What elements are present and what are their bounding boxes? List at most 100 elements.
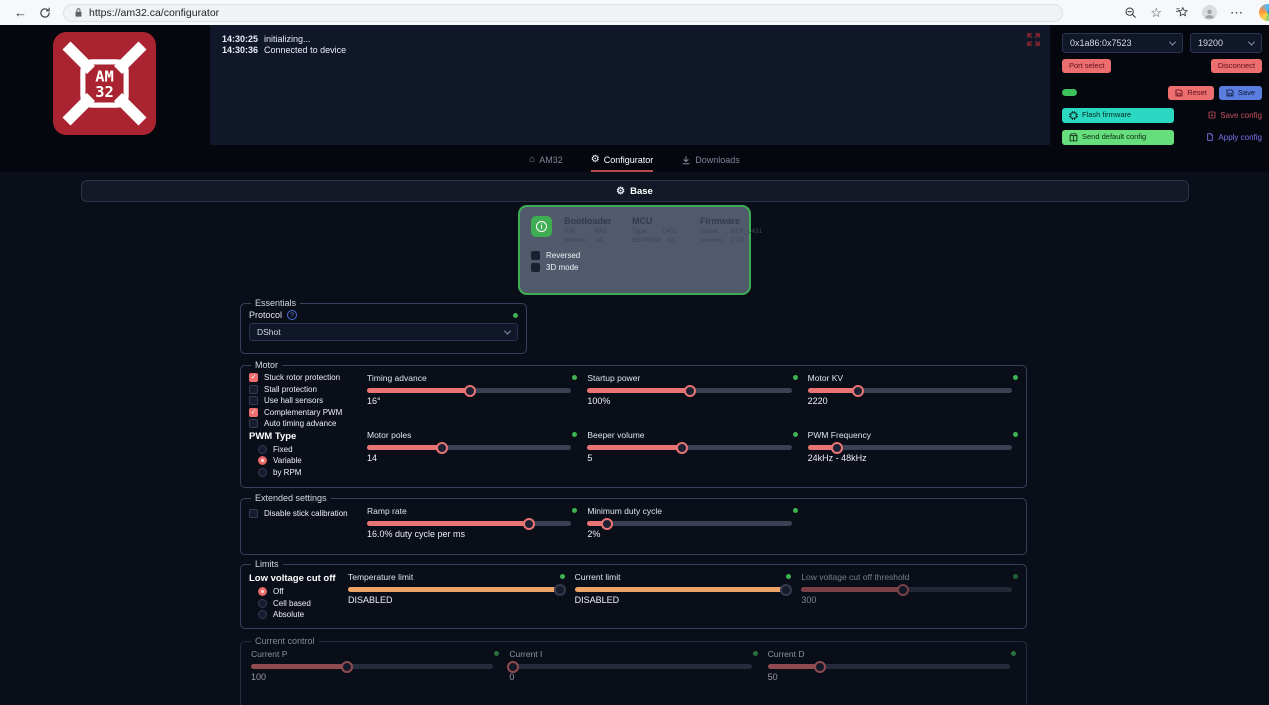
browser-menu-icon[interactable]: ⋯ [1230,6,1243,19]
slider-track[interactable] [587,445,791,450]
checkbox-auto-timing-advance[interactable]: Auto timing advance [249,419,367,428]
checkbox-stall-protection[interactable]: Stall protection [249,385,367,394]
radio-lvc-absolute[interactable]: Absolute [258,610,348,619]
checkbox-use-hall-sensors[interactable]: Use hall sensors [249,396,367,405]
radio-lvc-off[interactable]: Off [258,587,348,596]
slider-handle[interactable] [587,521,605,526]
log-entry: 14:30:25initializing... [222,34,1038,45]
checkbox-complementary-pwm[interactable]: Complementary PWM [249,408,367,417]
baud-rate-select[interactable]: 19200 [1190,33,1262,53]
slider-track[interactable] [509,664,751,669]
slider-track[interactable] [575,587,786,592]
checkbox-box[interactable] [249,419,258,428]
checkbox-stuck-rotor-protection[interactable]: Stuck rotor protection [249,373,367,382]
slider-low-voltage-threshold: Low voltage cut off threshold 300 [801,571,1018,622]
slider-track[interactable] [801,587,1012,592]
save-config-button[interactable]: Save config [1208,111,1262,120]
save-config-icon [1208,111,1216,119]
checkbox-box[interactable] [249,385,258,394]
slider-handle[interactable] [367,388,469,393]
tab-am32[interactable]: ⌂ AM32 [529,155,563,172]
status-dot [1013,375,1018,380]
protocol-select[interactable]: DShot [249,323,518,341]
slider-handle[interactable] [587,445,681,450]
tab-downloads[interactable]: Downloads [681,155,740,172]
url-text[interactable]: https://am32.ca/configurator [89,7,219,19]
reset-button[interactable]: Reset [1168,86,1214,100]
radio-pwm-variable[interactable]: Variable [258,456,367,465]
url-bar[interactable]: https://am32.ca/configurator [63,4,1063,22]
slider-handle[interactable] [587,388,689,393]
slider-track[interactable] [808,388,1012,393]
checkbox-box[interactable] [531,251,540,260]
save-button[interactable]: Save [1219,86,1262,100]
port-select-button[interactable]: Port select [1062,59,1111,73]
slider-track[interactable] [367,445,571,450]
checkbox-reversed[interactable]: Reversed [531,251,738,260]
slider-track[interactable] [348,587,559,592]
radio-pwm-by-rpm[interactable]: by RPM [258,468,367,477]
radio-circle[interactable] [258,587,267,596]
slider-track[interactable] [367,521,571,526]
slider-handle[interactable] [509,664,511,669]
slider-track[interactable] [251,664,493,669]
checkbox-box[interactable] [249,373,258,382]
status-dot [572,432,577,437]
slider-track[interactable] [587,388,791,393]
checkbox-box[interactable] [531,263,540,272]
reload-icon[interactable] [39,7,51,19]
send-default-config-button[interactable]: Send default config [1062,130,1174,145]
status-dot [793,375,798,380]
port-device-select[interactable]: 0x1a86:0x7523 [1062,33,1183,53]
flash-firmware-button[interactable]: Flash firmware [1062,108,1174,123]
checkbox-box[interactable] [249,396,258,405]
slider-handle[interactable] [367,521,528,526]
slider-handle[interactable] [348,587,559,592]
box-icon [1069,133,1078,142]
expand-log-icon[interactable] [1027,33,1040,46]
checkbox-disable-stick-calibration[interactable]: Disable stick calibration [249,509,367,518]
slider-track[interactable] [808,445,1012,450]
radio-circle[interactable] [258,468,267,477]
disconnect-button[interactable]: Disconnect [1211,59,1262,73]
slider-pwm-frequency: PWM Frequency 24kHz - 48kHz [808,429,1018,479]
base-section-header[interactable]: ⚙ Base [81,180,1189,202]
help-icon[interactable]: ? [287,310,297,320]
checkbox-3d-mode[interactable]: 3D mode [531,263,738,272]
profile-avatar[interactable] [1202,5,1217,20]
radio-circle[interactable] [258,456,267,465]
tab-configurator[interactable]: ⚙ Configurator [591,155,654,172]
slider-handle[interactable] [808,388,857,393]
collections-icon[interactable] [1175,6,1189,19]
chevron-down-icon [504,327,511,334]
zoom-out-icon[interactable] [1124,6,1137,19]
browser-chrome: ← https://am32.ca/configurator ☆ ⋯ [0,0,1269,25]
back-icon[interactable]: ← [14,6,27,19]
connection-toggle[interactable] [1062,89,1077,96]
status-dot [513,313,518,318]
checkbox-box[interactable] [249,408,258,417]
radio-circle[interactable] [258,445,267,454]
radio-pwm-fixed[interactable]: Fixed [258,445,367,454]
slider-track[interactable] [367,388,571,393]
checkbox-box[interactable] [249,509,258,518]
status-dot [786,574,791,579]
slider-handle[interactable] [768,664,819,669]
slider-track[interactable] [768,664,1010,669]
apply-config-button[interactable]: Apply config [1206,133,1262,142]
browser-logo-icon[interactable] [1259,4,1269,21]
port-device-value: 0x1a86:0x7523 [1070,38,1132,48]
download-icon [681,155,691,165]
favorite-star-icon[interactable]: ☆ [1150,6,1162,19]
slider-handle[interactable] [251,664,346,669]
radio-lvc-cell-based[interactable]: Cell based [258,599,348,608]
lock-icon[interactable] [74,7,83,18]
slider-handle[interactable] [801,587,902,592]
radio-circle[interactable] [258,599,267,608]
slider-handle[interactable] [575,587,786,592]
slider-track[interactable] [587,521,791,526]
slider-handle[interactable] [808,445,837,450]
radio-circle[interactable] [258,610,267,619]
status-dot [793,508,798,513]
slider-handle[interactable] [367,445,441,450]
